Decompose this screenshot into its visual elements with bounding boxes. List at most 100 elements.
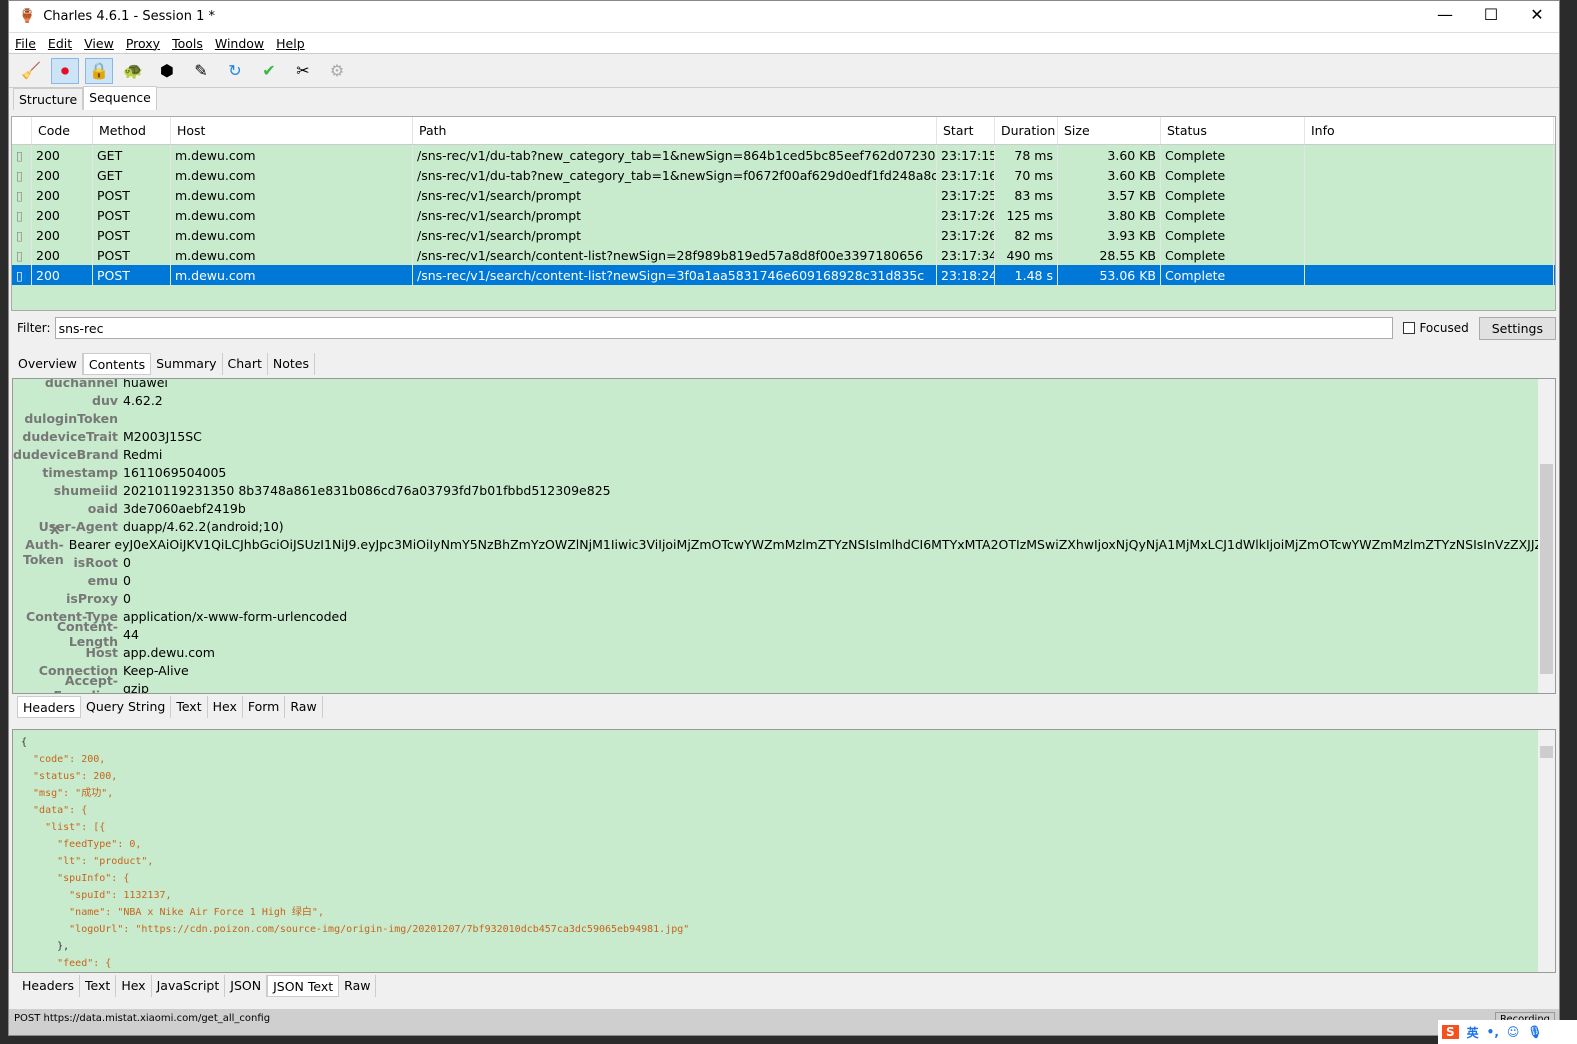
header-row: Accept-Encoding gzip: [13, 673, 1555, 693]
table-header: Code Method Host Path Start Duration Size Statu…: [12, 117, 1555, 145]
request-icon: ▯: [12, 225, 32, 245]
column-header-path[interactable]: Path: [413, 117, 937, 144]
cell-status: Complete: [1161, 145, 1305, 165]
minimize-button[interactable]: —: [1422, 5, 1468, 24]
menu-window[interactable]: Window: [209, 36, 270, 51]
table-row[interactable]: ▯ 200 GET m.dewu.com/sns-rec/v1/du-tab?new_…: [12, 165, 1555, 185]
charles-window: 🏺 Charles 4.6.1 - Session 1 * — ☐ ✕ File…: [8, 0, 1560, 1036]
tab-sequence[interactable]: Sequence: [83, 86, 157, 110]
table-row[interactable]: ▯ 200 POST m.dewu.com/sns-rec/v1/search/con…: [12, 245, 1555, 265]
tab-notes[interactable]: Notes: [268, 353, 315, 375]
cell-info: [1305, 185, 1554, 205]
header-value: 20210119231350 8b3748a861e831b086cd76a03…: [123, 482, 611, 498]
column-header-size[interactable]: Size: [1058, 117, 1161, 144]
cell-size: 28.55 KB: [1058, 245, 1161, 265]
compose-pen-icon[interactable]: ✎: [187, 58, 215, 84]
menu-help[interactable]: Help: [270, 36, 311, 51]
table-row[interactable]: ▯ 200 POST m.dewu.com/sns-rec/v1/search/pro…: [12, 225, 1555, 245]
ime-punct[interactable]: •,: [1487, 1025, 1499, 1039]
menu-file[interactable]: File: [9, 36, 42, 51]
focused-checkbox[interactable]: Focused: [1403, 321, 1469, 335]
tools-icon[interactable]: ✂: [289, 58, 317, 84]
filter-input[interactable]: [54, 317, 1394, 339]
cell-status: Complete: [1161, 205, 1305, 225]
table-row[interactable]: ▯ 200 POST m.dewu.com/sns-rec/v1/search/pro…: [12, 205, 1555, 225]
mic-icon[interactable]: 🎙: [1527, 1025, 1542, 1039]
cell-method: POST: [93, 225, 171, 245]
cell-code: 200: [32, 185, 93, 205]
close-button[interactable]: ✕: [1514, 5, 1560, 24]
request-tab-form[interactable]: Form: [243, 696, 286, 718]
header-row: duv 4.62.2: [13, 391, 1555, 409]
maximize-button[interactable]: ☐: [1468, 5, 1514, 24]
cell-path: /sns-rec/v1/search/prompt: [413, 185, 937, 205]
header-name: shumeiid: [53, 482, 118, 498]
tab-overview[interactable]: Overview: [13, 353, 83, 375]
response-tab-json[interactable]: JSON: [225, 975, 268, 997]
request-icon: ▯: [12, 265, 32, 285]
response-tab-text[interactable]: Text: [80, 975, 117, 997]
tab-summary[interactable]: Summary: [151, 353, 223, 375]
response-tab-hex[interactable]: Hex: [116, 975, 152, 997]
menu-view[interactable]: View: [78, 36, 120, 51]
column-header-start[interactable]: Start: [937, 117, 995, 144]
ssl-lock-icon[interactable]: 🔒: [85, 57, 113, 84]
table-row[interactable]: ▯ 200 POST m.dewu.com/sns-rec/v1/search/con…: [12, 265, 1555, 285]
cell-path: /sns-rec/v1/search/content-list?newSign=…: [413, 265, 937, 285]
response-tab-javascript[interactable]: JavaScript: [152, 975, 226, 997]
cell-code: 200: [32, 205, 93, 225]
broom-icon[interactable]: 🧹: [17, 58, 45, 84]
cell-status: Complete: [1161, 265, 1305, 285]
cell-duration: 1.48 s: [995, 265, 1058, 285]
response-tab-json-text[interactable]: JSON Text: [267, 975, 340, 997]
cell-path: /sns-rec/v1/du-tab?new_category_tab=1&ne…: [413, 145, 937, 165]
ime-lang[interactable]: 英: [1467, 1024, 1479, 1041]
settings-gear-icon[interactable]: ⚙: [323, 58, 351, 84]
json-line: {: [21, 737, 28, 748]
header-row: Content-Length 44: [13, 619, 1555, 649]
request-tab-raw[interactable]: Raw: [285, 696, 323, 718]
column-header-code[interactable]: Code: [32, 117, 93, 144]
table-row[interactable]: ▯ 200 POST m.dewu.com/sns-rec/v1/search/pro…: [12, 185, 1555, 205]
header-name: timestamp: [42, 464, 118, 480]
repeat-icon[interactable]: ↻: [221, 58, 249, 84]
json-line: "spuId": 1132137,: [21, 890, 172, 901]
emoji-icon[interactable]: ☺: [1507, 1025, 1520, 1039]
tab-contents[interactable]: Contents: [82, 353, 152, 375]
menu-proxy[interactable]: Proxy: [120, 36, 166, 51]
response-tab-headers[interactable]: Headers: [17, 975, 81, 997]
request-tab-query-string[interactable]: Query String: [81, 696, 172, 718]
column-header-method[interactable]: Method: [93, 117, 171, 144]
ime-toolbar[interactable]: S 英 •, ☺ 🎙: [1438, 1020, 1577, 1044]
menu-tools[interactable]: Tools: [166, 36, 209, 51]
column-header-duration[interactable]: Duration: [995, 117, 1058, 144]
column-header-host[interactable]: Host: [171, 117, 413, 144]
request-tab-text[interactable]: Text: [171, 696, 208, 718]
json-line: "spuInfo": {: [21, 873, 130, 884]
header-value: app.dewu.com: [123, 644, 215, 660]
header-icon-col: [12, 117, 32, 144]
headers-scrollbar[interactable]: [1538, 379, 1555, 693]
table-row[interactable]: ▯ 200 GET m.dewu.com/sns-rec/v1/du-tab?new_…: [12, 145, 1555, 165]
json-scrollbar[interactable]: [1538, 730, 1555, 972]
request-tab-headers[interactable]: Headers: [17, 696, 82, 718]
cell-method: GET: [93, 165, 171, 185]
column-header-status[interactable]: Status: [1161, 117, 1305, 144]
settings-button[interactable]: Settings: [1478, 316, 1556, 340]
request-tab-hex[interactable]: Hex: [208, 696, 243, 718]
header-value: 3de7060aebf2419b: [123, 500, 246, 516]
cell-path: /sns-rec/v1/search/content-list?newSign=…: [413, 245, 937, 265]
menu-edit[interactable]: Edit: [42, 36, 78, 51]
record-icon[interactable]: ⏺: [51, 57, 79, 84]
breakpoint-hexagon-icon[interactable]: ⬢: [153, 58, 181, 84]
validate-check-icon[interactable]: ✔: [255, 58, 283, 84]
request-icon: ▯: [12, 185, 32, 205]
tab-structure[interactable]: Structure: [13, 88, 84, 110]
header-row: shumeiid 20210119231350 8b3748a861e831b08…: [13, 481, 1555, 499]
column-header-info[interactable]: Info: [1305, 117, 1554, 144]
throttle-turtle-icon[interactable]: 🐢: [119, 58, 147, 84]
cell-info: [1305, 165, 1554, 185]
response-tab-raw[interactable]: Raw: [339, 975, 377, 997]
tab-chart[interactable]: Chart: [223, 353, 268, 375]
json-line: "feed": {: [21, 958, 112, 969]
